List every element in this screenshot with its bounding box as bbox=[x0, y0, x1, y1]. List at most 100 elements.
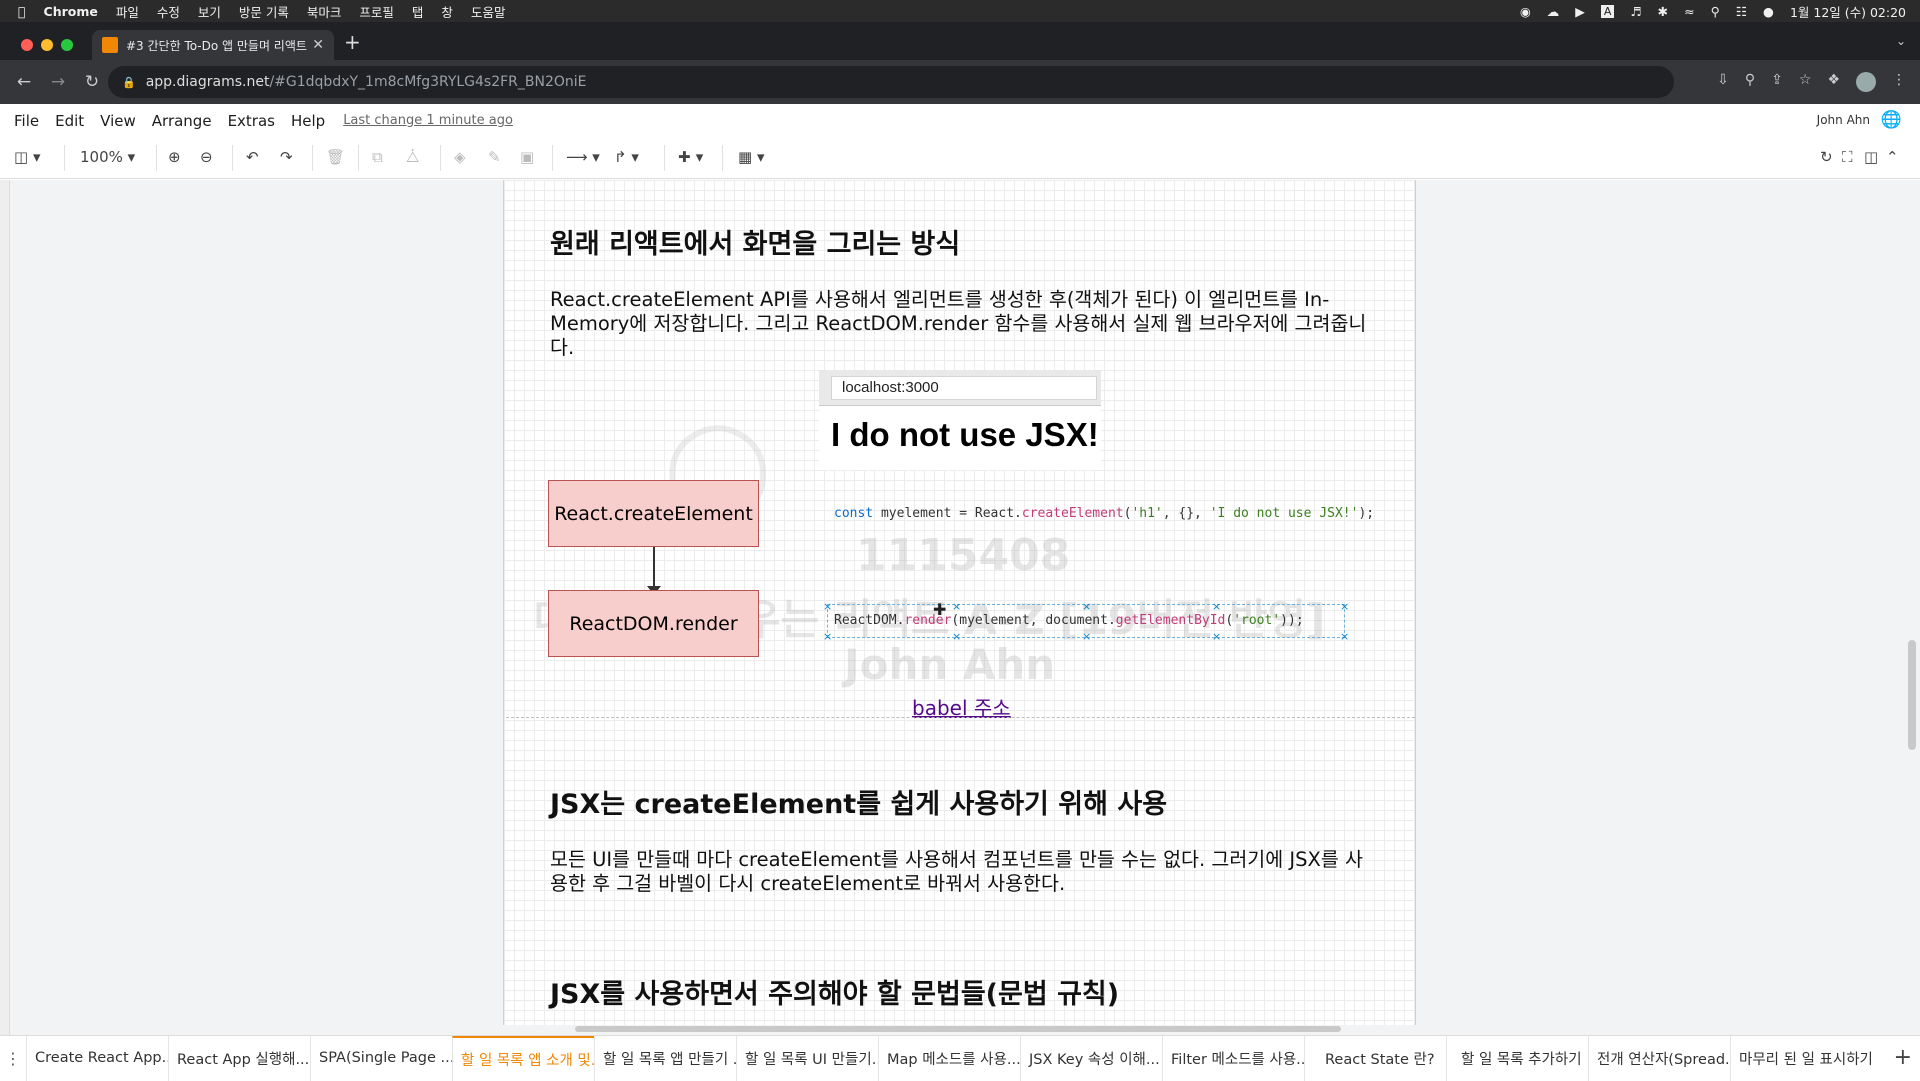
profile-avatar[interactable] bbox=[1856, 72, 1876, 92]
apple-icon[interactable]:  bbox=[18, 4, 26, 19]
last-change-link[interactable]: Last change 1 minute ago bbox=[343, 113, 513, 128]
extensions-icon[interactable]: ❖ bbox=[1827, 72, 1840, 92]
insert-plus-icon[interactable]: ✚ ▾ bbox=[678, 148, 703, 166]
install-icon[interactable]: ⇩ bbox=[1717, 72, 1729, 92]
mac-menu-view[interactable]: 보기 bbox=[198, 2, 221, 21]
resize-handle[interactable]: × bbox=[1082, 600, 1091, 613]
new-tab-button[interactable]: + bbox=[344, 30, 361, 54]
table-icon[interactable]: ▦ ▾ bbox=[738, 148, 764, 166]
to-front-icon[interactable]: ⧉ bbox=[372, 148, 383, 166]
page-tab-active[interactable]: 할 일 목록 앱 소개 및... bbox=[452, 1035, 594, 1081]
resize-handle[interactable]: × bbox=[1340, 630, 1349, 643]
minimize-window-button[interactable] bbox=[41, 39, 53, 51]
page-tab[interactable]: Create React App... bbox=[26, 1035, 168, 1081]
back-arrow-icon[interactable]: ← bbox=[14, 72, 34, 92]
browser-screenshot-image[interactable]: localhost:3000 I do not use JSX! bbox=[819, 370, 1101, 470]
maximize-window-button[interactable] bbox=[61, 39, 73, 51]
bookmark-star-icon[interactable]: ☆ bbox=[1799, 72, 1812, 92]
page-tab[interactable]: 할 일 목록 추가하기 bbox=[1446, 1035, 1588, 1081]
page-tab[interactable]: Filter 메소드를 사용... bbox=[1162, 1035, 1304, 1081]
wifi-icon[interactable]: ≈ bbox=[1684, 4, 1694, 19]
connector-arrow[interactable] bbox=[653, 547, 655, 591]
shadow-icon[interactable]: ▣ bbox=[520, 148, 534, 166]
resize-handle[interactable]: × bbox=[823, 600, 832, 613]
resize-handle[interactable]: × bbox=[1212, 600, 1221, 613]
page-tab[interactable]: SPA(Single Page ... bbox=[310, 1035, 452, 1081]
user-name[interactable]: John Ahn bbox=[1817, 113, 1870, 127]
zoom-select[interactable]: 100% ▾ bbox=[80, 148, 135, 166]
mac-menu-tab[interactable]: 탭 bbox=[412, 2, 424, 21]
clock[interactable]: 1월 12일 (수) 02:20 bbox=[1790, 2, 1906, 21]
page-tab[interactable]: 할 일 목록 UI 만들기... bbox=[736, 1035, 878, 1081]
mac-menu-edit[interactable]: 수정 bbox=[157, 2, 180, 21]
app-name[interactable]: Chrome bbox=[44, 4, 98, 19]
menu-file[interactable]: File bbox=[14, 112, 39, 130]
heading-original-render[interactable]: 원래 리액트에서 화면을 그리는 방식 bbox=[550, 222, 960, 261]
vertical-scrollbar[interactable] bbox=[1908, 640, 1916, 750]
undo-icon[interactable]: ↶ bbox=[246, 148, 259, 166]
language-globe-icon[interactable]: 🌐 bbox=[1881, 110, 1902, 130]
mac-menu-history[interactable]: 방문 기록 bbox=[239, 2, 289, 21]
redo-icon[interactable]: ↷ bbox=[280, 148, 293, 166]
pages-menu-icon[interactable]: ⋮ bbox=[0, 1049, 26, 1068]
page-tab[interactable]: JSX Key 속성 이해... bbox=[1020, 1035, 1162, 1081]
input-source-icon[interactable]: A bbox=[1600, 4, 1615, 18]
fullscreen-icon[interactable]: ⛶ bbox=[1842, 148, 1853, 166]
code-create-element[interactable]: const myelement = React.createElement('h… bbox=[834, 506, 1374, 521]
browser-tab-active[interactable]: #3 간단한 To-Do 앱 만들며 리액트 ✕ bbox=[92, 30, 334, 60]
menu-edit[interactable]: Edit bbox=[55, 112, 84, 130]
reload-icon[interactable]: ↻ bbox=[82, 72, 102, 92]
bluetooth-icon[interactable]: ✱ bbox=[1658, 4, 1668, 19]
connection-style-icon[interactable]: ⟶ ▾ bbox=[566, 148, 600, 166]
box-reactdom-render[interactable]: ReactDOM.render bbox=[548, 590, 759, 657]
close-window-button[interactable] bbox=[21, 39, 33, 51]
diagram-page[interactable]: 원래 리액트에서 화면을 그리는 방식 React.createElement … bbox=[503, 180, 1416, 1032]
code-reactdom-render[interactable]: ReactDOM.render(myelement, document.getE… bbox=[834, 613, 1304, 628]
lock-icon[interactable]: 🔒 bbox=[122, 76, 136, 89]
heading-jsx-rules[interactable]: JSX를 사용하면서 주의해야 할 문법들(문법 규칙) bbox=[550, 972, 1119, 1011]
record-icon[interactable]: ◉ bbox=[1520, 4, 1531, 19]
menu-extras[interactable]: Extras bbox=[228, 112, 275, 130]
cloud-icon[interactable]: ☁ bbox=[1547, 4, 1560, 19]
menu-help[interactable]: Help bbox=[291, 112, 325, 130]
mac-menu-file[interactable]: 파일 bbox=[116, 2, 139, 21]
diagram-canvas[interactable]: 원래 리액트에서 화면을 그리는 방식 React.createElement … bbox=[0, 180, 1920, 1035]
siri-icon[interactable]: ● bbox=[1763, 4, 1774, 19]
chrome-menu-icon[interactable]: ⋮ bbox=[1892, 72, 1906, 92]
mac-menu-bookmarks[interactable]: 북마크 bbox=[307, 2, 342, 21]
page-tab[interactable]: Map 메소드를 사용... bbox=[878, 1035, 1020, 1081]
page-tab[interactable]: 전개 연산자(Spread... bbox=[1588, 1035, 1730, 1081]
tab-search-chevron-icon[interactable]: ⌄ bbox=[1896, 34, 1906, 48]
resize-handle[interactable]: × bbox=[1212, 630, 1221, 643]
volume-icon[interactable]: ♬ bbox=[1630, 4, 1641, 19]
horizontal-scrollbar[interactable] bbox=[575, 1026, 1341, 1032]
to-back-icon[interactable]: ⧊ bbox=[406, 148, 419, 166]
line-color-icon[interactable]: ✎ bbox=[488, 148, 501, 166]
resize-handle[interactable]: × bbox=[823, 630, 832, 643]
spotlight-icon[interactable]: ⚲ bbox=[1711, 4, 1720, 19]
sync-icon[interactable]: ↻ bbox=[1820, 148, 1833, 166]
add-page-icon[interactable]: + bbox=[1894, 1045, 1912, 1070]
resize-handle[interactable]: × bbox=[1340, 600, 1349, 613]
control-center-icon[interactable]: ☷ bbox=[1736, 4, 1747, 19]
box-react-create-element[interactable]: React.createElement bbox=[548, 480, 759, 547]
resize-handle[interactable]: × bbox=[1082, 630, 1091, 643]
paragraph-jsx-babel[interactable]: 모든 UI를 만들때 마다 createElement를 사용해서 컴포넌트를 … bbox=[550, 848, 1380, 896]
page-tab[interactable]: 마무리 된 일 표시하기 bbox=[1730, 1035, 1872, 1081]
menu-arrange[interactable]: Arrange bbox=[152, 112, 212, 130]
zoom-out-icon[interactable]: ⊖ bbox=[200, 148, 213, 166]
waypoints-icon[interactable]: ↱ ▾ bbox=[614, 148, 639, 166]
share-icon[interactable]: ⇪ bbox=[1771, 72, 1783, 92]
format-panel-toggle-icon[interactable]: ◫ ▾ bbox=[14, 148, 40, 166]
heading-jsx-purpose[interactable]: JSX는 createElement를 쉽게 사용하기 위해 사용 bbox=[550, 782, 1167, 821]
resize-handle[interactable]: × bbox=[952, 630, 961, 643]
menu-view[interactable]: View bbox=[100, 112, 136, 130]
page-tab[interactable]: 할 일 목록 앱 만들기 ... bbox=[594, 1035, 736, 1081]
delete-icon[interactable]: 🗑 bbox=[326, 148, 345, 166]
zoom-icon[interactable]: ⚲ bbox=[1745, 72, 1755, 92]
page-tab[interactable]: React State 란? bbox=[1304, 1035, 1446, 1081]
forward-arrow-icon[interactable]: → bbox=[48, 72, 68, 92]
zoom-in-icon[interactable]: ⊕ bbox=[168, 148, 181, 166]
url-field[interactable]: 🔒 app.diagrams.net /#G1dqbdxY_1m8cMfg3RY… bbox=[108, 66, 1674, 98]
play-icon[interactable]: ▶ bbox=[1575, 4, 1585, 19]
